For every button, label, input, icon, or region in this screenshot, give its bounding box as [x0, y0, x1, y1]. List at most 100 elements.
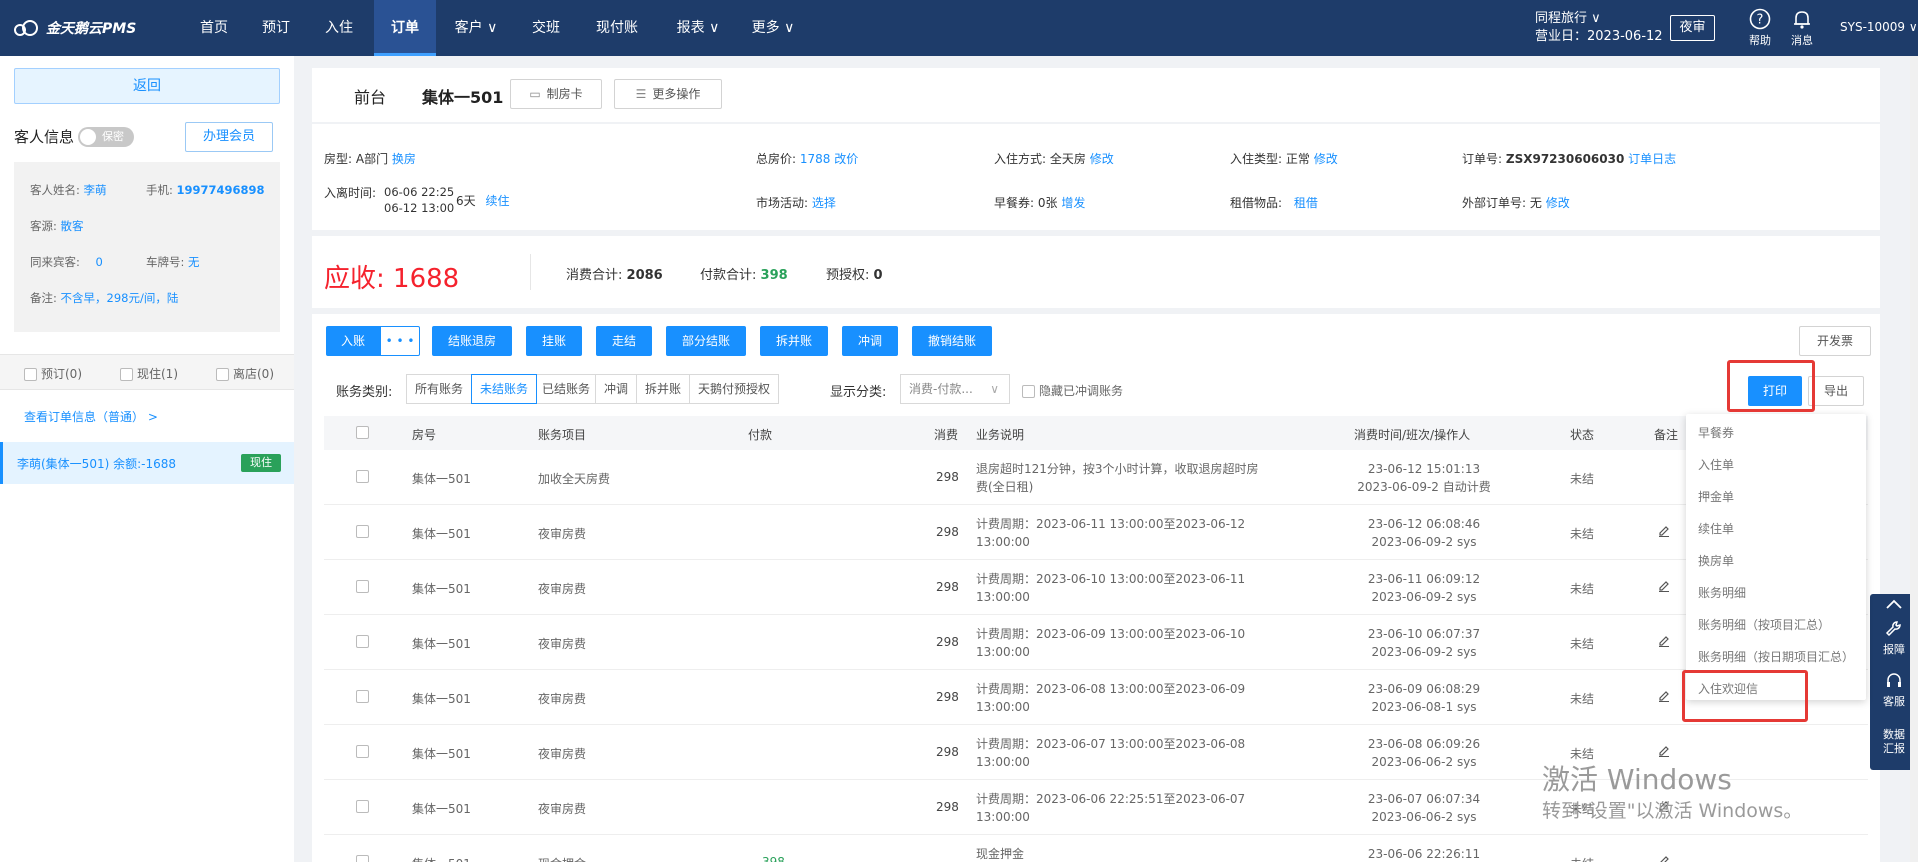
- edit-icon[interactable]: [1658, 525, 1670, 537]
- guest-status-filters: 预订(0) 现住(1) 离店(0): [0, 354, 294, 390]
- edit-icon[interactable]: [1658, 690, 1670, 702]
- nav-orders[interactable]: 订单: [374, 0, 436, 56]
- edit-ext-order-link[interactable]: 修改: [1546, 196, 1570, 210]
- nav-reports[interactable]: 报表 ∨: [668, 0, 728, 56]
- issue-breakfast-link[interactable]: 增发: [1061, 196, 1085, 210]
- menu-ledger-by-date[interactable]: 账务明细（按日期项目汇总）: [1698, 648, 1854, 665]
- companions-count[interactable]: 0: [96, 255, 103, 269]
- chevron-up-icon: [1886, 599, 1902, 609]
- row-checkbox[interactable]: [356, 525, 369, 538]
- stay-label: 入离时间:: [324, 186, 377, 200]
- seg-settled[interactable]: 已结账务: [536, 374, 596, 404]
- edit-icon[interactable]: [1658, 855, 1670, 862]
- nav-customers[interactable]: 客户 ∨: [446, 0, 506, 56]
- display-select[interactable]: 消费-付款... ∨: [900, 374, 1010, 404]
- guest-phone[interactable]: 19977496898: [177, 183, 265, 197]
- change-price-link[interactable]: 改价: [834, 152, 858, 166]
- edit-checkin-mode-link[interactable]: 修改: [1090, 152, 1114, 166]
- menu-ledger-by-item[interactable]: 账务明细（按项目汇总）: [1698, 616, 1830, 633]
- table-row[interactable]: 集体一501 现金押金 398 现金押金 23-06-06 22:26:11 未结: [324, 835, 1868, 862]
- register-member-button[interactable]: 办理会员: [185, 122, 273, 152]
- menu-room-change-form[interactable]: 换房单: [1698, 552, 1734, 569]
- menu-extend-form[interactable]: 续住单: [1698, 520, 1734, 537]
- invoice-button[interactable]: 开发票: [1799, 326, 1871, 356]
- total-price: 1788: [799, 152, 831, 166]
- change-room-link[interactable]: 换房: [392, 152, 416, 166]
- row-checkbox[interactable]: [356, 580, 369, 593]
- cell-desc-line2: 13:00:00: [976, 810, 1030, 824]
- seg-unsettled[interactable]: 未结账务: [471, 374, 537, 404]
- checkbox-icon: [120, 368, 133, 381]
- split-merge-button[interactable]: 拆并账: [760, 326, 828, 356]
- edit-icon[interactable]: [1658, 580, 1670, 592]
- row-checkbox[interactable]: [356, 855, 369, 862]
- partial-settle-button[interactable]: 部分结账: [666, 326, 746, 356]
- make-card-label: 制房卡: [546, 87, 583, 101]
- adjust-button[interactable]: 冲调: [842, 326, 898, 356]
- checkin-type: 正常: [1285, 152, 1310, 166]
- select-all-checkbox[interactable]: [356, 426, 369, 439]
- walk-settle-button[interactable]: 走结: [596, 326, 652, 356]
- page-scrollbar[interactable]: [1910, 56, 1918, 862]
- hide-adjusted-checkbox[interactable]: 隐藏已冲调账务: [1022, 382, 1123, 399]
- edit-icon[interactable]: [1658, 635, 1670, 647]
- edit-checkin-type-link[interactable]: 修改: [1314, 152, 1338, 166]
- nav-reserve[interactable]: 预订: [250, 0, 302, 56]
- menu-checkin-form[interactable]: 入住单: [1698, 456, 1734, 473]
- nav-cash-account[interactable]: 现付账: [587, 0, 647, 56]
- guest-list-item[interactable]: 李萌(集体一501) 余额:-1688 现住: [0, 442, 294, 484]
- guest-remark[interactable]: 不含早，298元/间，陆: [61, 291, 179, 305]
- guest-source[interactable]: 散客: [61, 219, 84, 233]
- seg-split-merge[interactable]: 拆并账: [636, 374, 690, 404]
- order-log-link[interactable]: 订单日志: [1628, 152, 1676, 166]
- night-audit-button[interactable]: 夜审: [1670, 15, 1715, 41]
- row-checkbox[interactable]: [356, 635, 369, 648]
- menu-ledger-detail[interactable]: 账务明细: [1698, 584, 1746, 601]
- cell-desc-line1: 退房超时121分钟，按3个小时计算，收取退房超时房: [976, 462, 1259, 476]
- post-entry-button[interactable]: 入账: [326, 326, 380, 356]
- seg-all[interactable]: 所有账务: [406, 374, 472, 404]
- plate-number[interactable]: 无: [188, 255, 200, 269]
- seg-adjust[interactable]: 冲调: [595, 374, 637, 404]
- ota-name[interactable]: 同程旅行 ∨: [1535, 10, 1663, 28]
- row-checkbox[interactable]: [356, 690, 369, 703]
- make-card-button[interactable]: ▭ 制房卡: [510, 79, 602, 109]
- filter-reserve[interactable]: 预订(0): [24, 365, 82, 382]
- menu-deposit-form[interactable]: 押金单: [1698, 488, 1734, 505]
- nav-shift[interactable]: 交班: [518, 0, 574, 56]
- back-button[interactable]: 返回: [14, 68, 280, 104]
- post-more-button[interactable]: • • •: [380, 326, 420, 356]
- seg-preauth[interactable]: 天鹅付预授权: [689, 374, 779, 404]
- help-button[interactable]: ? 帮助: [1740, 8, 1780, 48]
- nav-checkin[interactable]: 入住: [313, 0, 365, 56]
- export-button[interactable]: 导出: [1808, 376, 1864, 406]
- table-row[interactable]: 集体一501 夜审房费 298 计费周期：2023-06-11 13:00:00至20…: [324, 505, 1868, 560]
- extend-stay-link[interactable]: 续住: [485, 194, 509, 208]
- rent-link[interactable]: 租借: [1294, 196, 1318, 210]
- user-account-menu[interactable]: SYS-10009 ∨: [1840, 20, 1918, 34]
- row-checkbox[interactable]: [356, 470, 369, 483]
- cancel-checkout-button[interactable]: 撤销结账: [912, 326, 992, 356]
- secret-toggle[interactable]: 保密: [78, 126, 135, 147]
- more-operations-button[interactable]: ☰ 更多操作: [614, 79, 722, 109]
- view-order-info-link[interactable]: 查看订单信息（普通） >: [24, 408, 158, 425]
- row-checkbox[interactable]: [356, 745, 369, 758]
- filter-inhouse[interactable]: 现住(1): [120, 365, 178, 382]
- guest-name[interactable]: 李萌: [84, 183, 107, 197]
- table-row[interactable]: 集体一501 夜审房费 298 计费周期：2023-06-10 13:00:00至20…: [324, 560, 1868, 615]
- app-logo[interactable]: 金天鹅云PMS: [14, 16, 136, 40]
- hang-account-button[interactable]: 挂账: [526, 326, 582, 356]
- table-row[interactable]: 集体一501 夜审房费 298 计费周期：2023-06-09 13:00:00至20…: [324, 615, 1868, 670]
- messages-button[interactable]: 消息: [1782, 8, 1822, 48]
- nav-home[interactable]: 首页: [188, 0, 240, 56]
- table-row[interactable]: 集体一501 加收全天房费 298 退房超时121分钟，按3个小时计算，收取退房超时房…: [324, 450, 1868, 505]
- edit-icon[interactable]: [1658, 745, 1670, 757]
- menu-breakfast-voucher[interactable]: 早餐券: [1698, 424, 1734, 441]
- select-market-link[interactable]: 选择: [812, 196, 836, 210]
- hotel-selector[interactable]: 同程旅行 ∨ 营业日：2023-06-12: [1535, 10, 1663, 46]
- nav-more[interactable]: 更多 ∨: [743, 0, 803, 56]
- row-checkbox[interactable]: [356, 800, 369, 813]
- filter-left[interactable]: 离店(0): [216, 365, 274, 382]
- checkout-button[interactable]: 结账退房: [432, 326, 512, 356]
- table-row[interactable]: 集体一501 夜审房费 298 计费周期：2023-06-08 13:00:00至20…: [324, 670, 1868, 725]
